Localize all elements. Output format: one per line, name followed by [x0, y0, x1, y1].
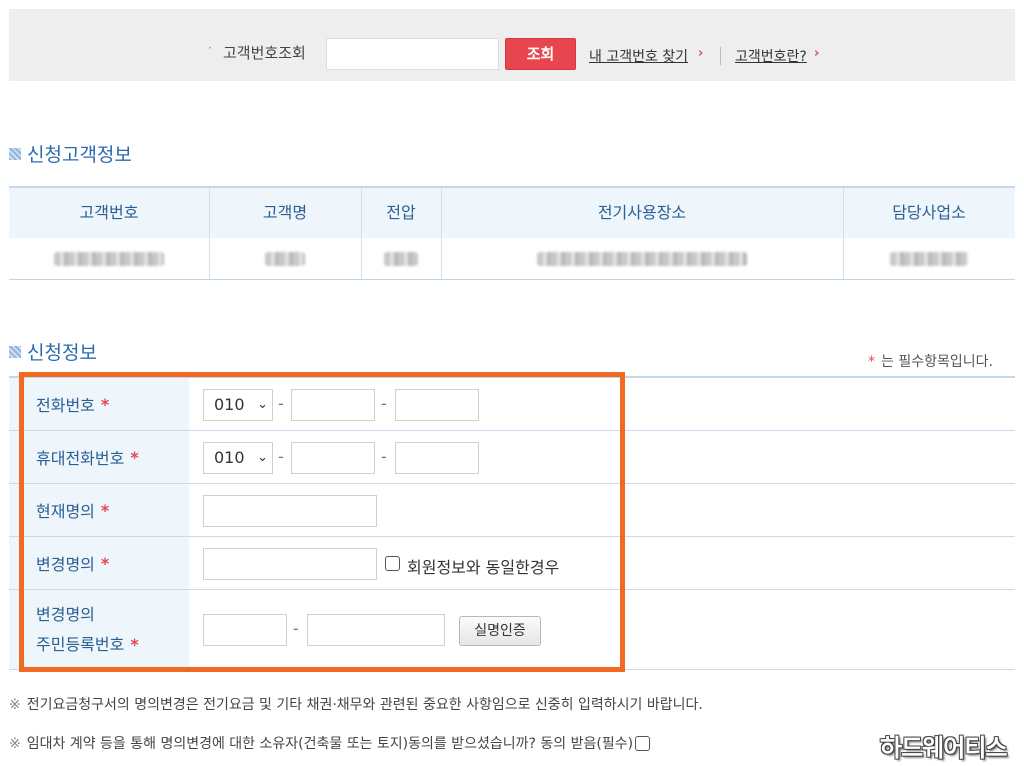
mobile-prefix-select[interactable]: 010 ⌄ — [203, 442, 273, 474]
redacted-value — [890, 252, 968, 266]
section-square-icon — [9, 148, 21, 160]
customer-number-input[interactable] — [326, 38, 499, 70]
customer-search-bar: · 고객번호조회 조회 내 고객번호 찾기 › 고객번호란? › — [9, 9, 1015, 81]
col-usage-location: 전기사용장소 — [441, 188, 843, 280]
customer-info-title: 신청고객정보 — [9, 140, 132, 167]
rrn-label: 변경명의 주민등록번호 * — [9, 590, 189, 669]
dash: - — [381, 394, 387, 413]
chevron-right-icon: › — [698, 46, 704, 61]
application-info-title: 신청정보 — [9, 338, 97, 365]
find-my-number-link[interactable]: 내 고객번호 찾기 — [589, 46, 688, 66]
bullet: · — [208, 41, 212, 55]
col-customer-number: 고객번호 — [9, 188, 209, 280]
phone-middle-input[interactable] — [291, 389, 375, 421]
redacted-value — [537, 252, 747, 266]
redacted-value — [265, 252, 305, 266]
form-row-mobile: 휴대전화번호 * 010 ⌄ - - — [9, 431, 1015, 484]
column-header: 전압 — [386, 203, 416, 222]
required-note: * 는 필수항목입니다. — [868, 354, 993, 370]
new-name-label: 변경명의 * — [9, 537, 189, 589]
chevron-right-icon: › — [814, 46, 820, 61]
mobile-last-input[interactable] — [395, 442, 479, 474]
same-as-member-label: 회원정보와 동일한경우 — [407, 558, 560, 577]
owner-consent-checkbox[interactable] — [635, 736, 651, 751]
chevron-down-icon: ⌄ — [257, 397, 268, 412]
customer-number-search-label: 고객번호조회 — [223, 44, 306, 62]
mobile-label: 휴대전화번호 * — [9, 431, 189, 483]
phone-prefix-select[interactable]: 010 ⌄ — [203, 389, 273, 421]
divider — [720, 47, 721, 65]
form-row-rrn: 변경명의 주민등록번호 * - 실명인증 — [9, 590, 1015, 670]
col-branch-office: 담당사업소 — [843, 188, 1015, 280]
column-header: 담당사업소 — [892, 203, 966, 222]
chevron-down-icon: ⌄ — [257, 450, 268, 465]
form-row-phone: 전화번호 * 010 ⌄ - - — [9, 378, 1015, 431]
mobile-middle-input[interactable] — [291, 442, 375, 474]
dash: - — [278, 447, 284, 466]
form-row-current-name: 현재명의 * — [9, 484, 1015, 537]
watermark: 하드웨어티스 — [880, 734, 1007, 762]
column-header: 고객번호 — [79, 203, 139, 222]
new-name-input[interactable] — [203, 548, 377, 580]
search-button[interactable]: 조회 — [505, 38, 576, 70]
current-name-label: 현재명의 * — [9, 484, 189, 536]
customer-info-table: 고객번호 고객명 전압 전기사용장소 담당사업소 — [9, 186, 1015, 280]
column-header: 전기사용장소 — [597, 203, 687, 222]
redacted-value — [54, 252, 164, 266]
dash: - — [293, 619, 299, 638]
col-customer-name: 고객명 — [209, 188, 361, 280]
dash: - — [278, 394, 284, 413]
form-row-new-name: 변경명의 * 회원정보와 동일한경우 — [9, 537, 1015, 590]
dash: - — [381, 447, 387, 466]
same-as-member-checkbox[interactable] — [385, 556, 400, 571]
verify-real-name-button[interactable]: 실명인증 — [459, 616, 541, 646]
required-star: * — [868, 354, 875, 370]
current-name-input[interactable] — [203, 495, 377, 527]
section-square-icon — [9, 346, 21, 358]
about-customer-number-link[interactable]: 고객번호란? — [735, 46, 807, 66]
application-form: 전화번호 * 010 ⌄ - - 휴대전화번호 * 010 ⌄ - - 현재명의 * 변경… — [9, 376, 1015, 670]
note-name-change: ※ 전기요금청구서의 명의변경은 전기요금 및 기타 채권·채무와 관련된 중요한… — [9, 697, 703, 713]
note-owner-consent: ※ 임대차 계약 등을 통해 명의변경에 대한 소유자(건축물 또는 토지)동의를… — [9, 733, 651, 753]
phone-label: 전화번호 * — [9, 378, 189, 430]
redacted-value — [384, 252, 418, 266]
phone-last-input[interactable] — [395, 389, 479, 421]
rrn-back-input[interactable] — [307, 614, 445, 646]
col-voltage: 전압 — [361, 188, 441, 280]
rrn-front-input[interactable] — [203, 614, 287, 646]
column-header: 고객명 — [262, 203, 308, 222]
